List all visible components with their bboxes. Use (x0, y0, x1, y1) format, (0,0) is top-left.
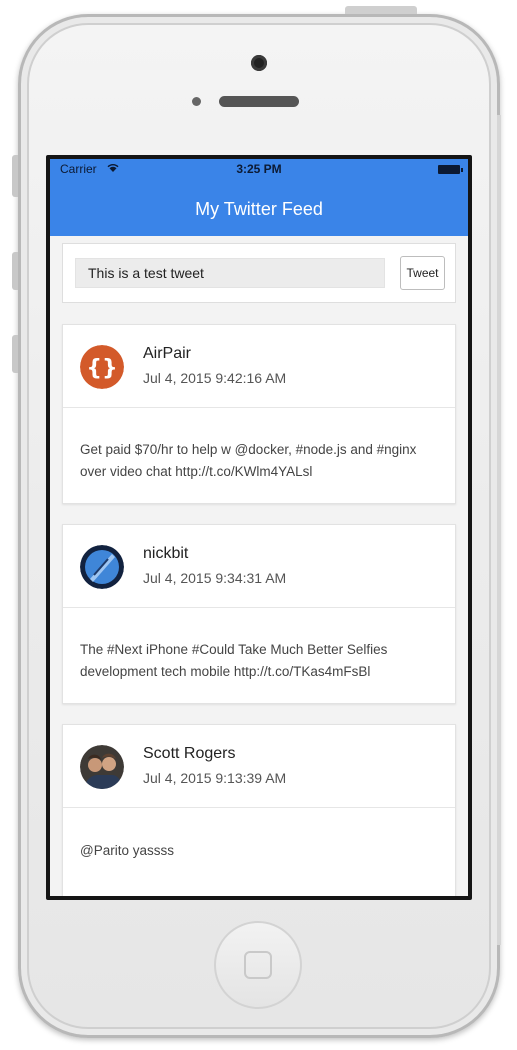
tweet-username: nickbit (143, 545, 189, 562)
power-button (345, 6, 417, 14)
tweet-timestamp: Jul 4, 2015 9:34:31 AM (143, 570, 287, 586)
tweet-timestamp: Jul 4, 2015 9:13:39 AM (143, 770, 287, 786)
tweet-header: {} AirPair Jul 4, 2015 9:42:16 AM (63, 325, 455, 408)
app-header: Carrier 3:25 PM My Twitter Feed (50, 159, 468, 236)
proximity-sensor (192, 97, 201, 106)
compose-box: Tweet (62, 243, 456, 303)
battery-icon (438, 165, 463, 174)
page-title: My Twitter Feed (195, 199, 323, 219)
home-button[interactable] (214, 921, 302, 1009)
tweet-card: Scott Rogers Jul 4, 2015 9:13:39 AM @Par… (62, 724, 456, 896)
front-camera-icon (251, 55, 267, 71)
status-time: 3:25 PM (236, 162, 282, 176)
tweet-input[interactable] (75, 258, 385, 288)
tweet-username: AirPair (143, 345, 192, 362)
volume-up-button (12, 252, 18, 290)
svg-text:{}: {} (86, 356, 117, 381)
app-display: Carrier 3:25 PM My Twitter Feed Tweet (50, 159, 468, 896)
tweet-header: Scott Rogers Jul 4, 2015 9:13:39 AM (63, 725, 455, 808)
tweet-card: nickbit Jul 4, 2015 9:34:31 AM The #Next… (62, 524, 456, 704)
status-bar: Carrier 3:25 PM (50, 159, 468, 179)
tweet-button[interactable]: Tweet (400, 256, 445, 290)
tweet-username: Scott Rogers (143, 745, 236, 762)
person-photo-icon (80, 745, 124, 789)
tweet-text: The #Next iPhone #Could Take Much Better… (80, 642, 388, 679)
tweet-card: {} AirPair Jul 4, 2015 9:42:16 AM Get pa… (62, 324, 456, 504)
home-square-icon (244, 951, 272, 979)
earpiece-speaker (219, 96, 299, 107)
nickbit-avatar-icon (80, 545, 124, 589)
volume-down-button (12, 335, 18, 373)
airpair-logo-icon: {} (80, 345, 124, 389)
tweet-text: @Parito yassss (80, 843, 174, 858)
phone-side-rail (497, 115, 501, 945)
tweet-header: nickbit Jul 4, 2015 9:34:31 AM (63, 525, 455, 608)
tweet-timestamp: Jul 4, 2015 9:42:16 AM (143, 370, 287, 386)
mute-switch (12, 155, 18, 197)
tweet-text: Get paid $70/hr to help w @docker, #node… (80, 442, 417, 479)
phone-screen: Carrier 3:25 PM My Twitter Feed Tweet (46, 155, 472, 900)
